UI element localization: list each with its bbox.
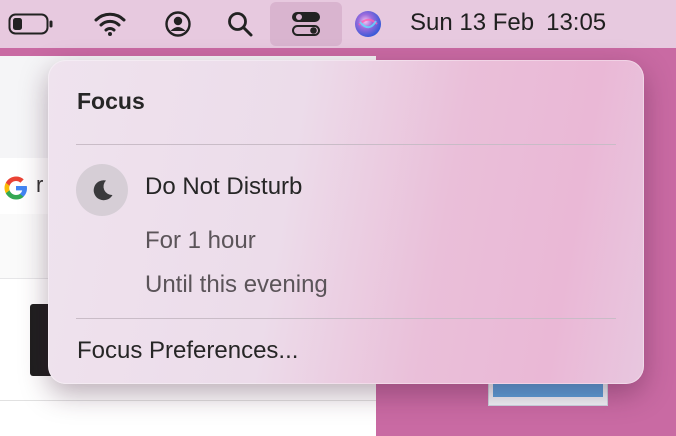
do-not-disturb-toggle[interactable] (76, 164, 128, 216)
do-not-disturb-label[interactable]: Do Not Disturb (145, 173, 302, 201)
divider (76, 144, 616, 145)
user-account-icon[interactable] (160, 0, 196, 48)
focus-popover: Focus Do Not Disturb For 1 hour Until th… (48, 60, 644, 384)
focus-preferences-link[interactable]: Focus Preferences... (77, 337, 298, 365)
divider (76, 318, 616, 319)
spotlight-search-icon[interactable] (222, 0, 258, 48)
wifi-icon[interactable] (92, 0, 128, 48)
siri-icon[interactable] (350, 0, 386, 48)
menu-bar-date: Sun 13 Feb (410, 9, 535, 36)
popover-title: Focus (77, 88, 145, 114)
option-for-1-hour[interactable]: For 1 hour (145, 227, 256, 255)
battery-icon[interactable] (6, 0, 56, 48)
menu-bar: Sun 13 Feb 13:05 (0, 0, 676, 48)
control-center-icon[interactable] (270, 2, 342, 46)
option-until-this-evening[interactable]: Until this evening (145, 271, 328, 299)
search-text-fragment: r (36, 172, 44, 197)
menu-bar-time: 13:05 (546, 9, 607, 36)
moon-icon (93, 180, 113, 201)
google-icon (2, 174, 30, 202)
divider (0, 400, 376, 401)
menu-bar-clock[interactable]: Sun 13 Feb 13:05 (410, 0, 618, 48)
